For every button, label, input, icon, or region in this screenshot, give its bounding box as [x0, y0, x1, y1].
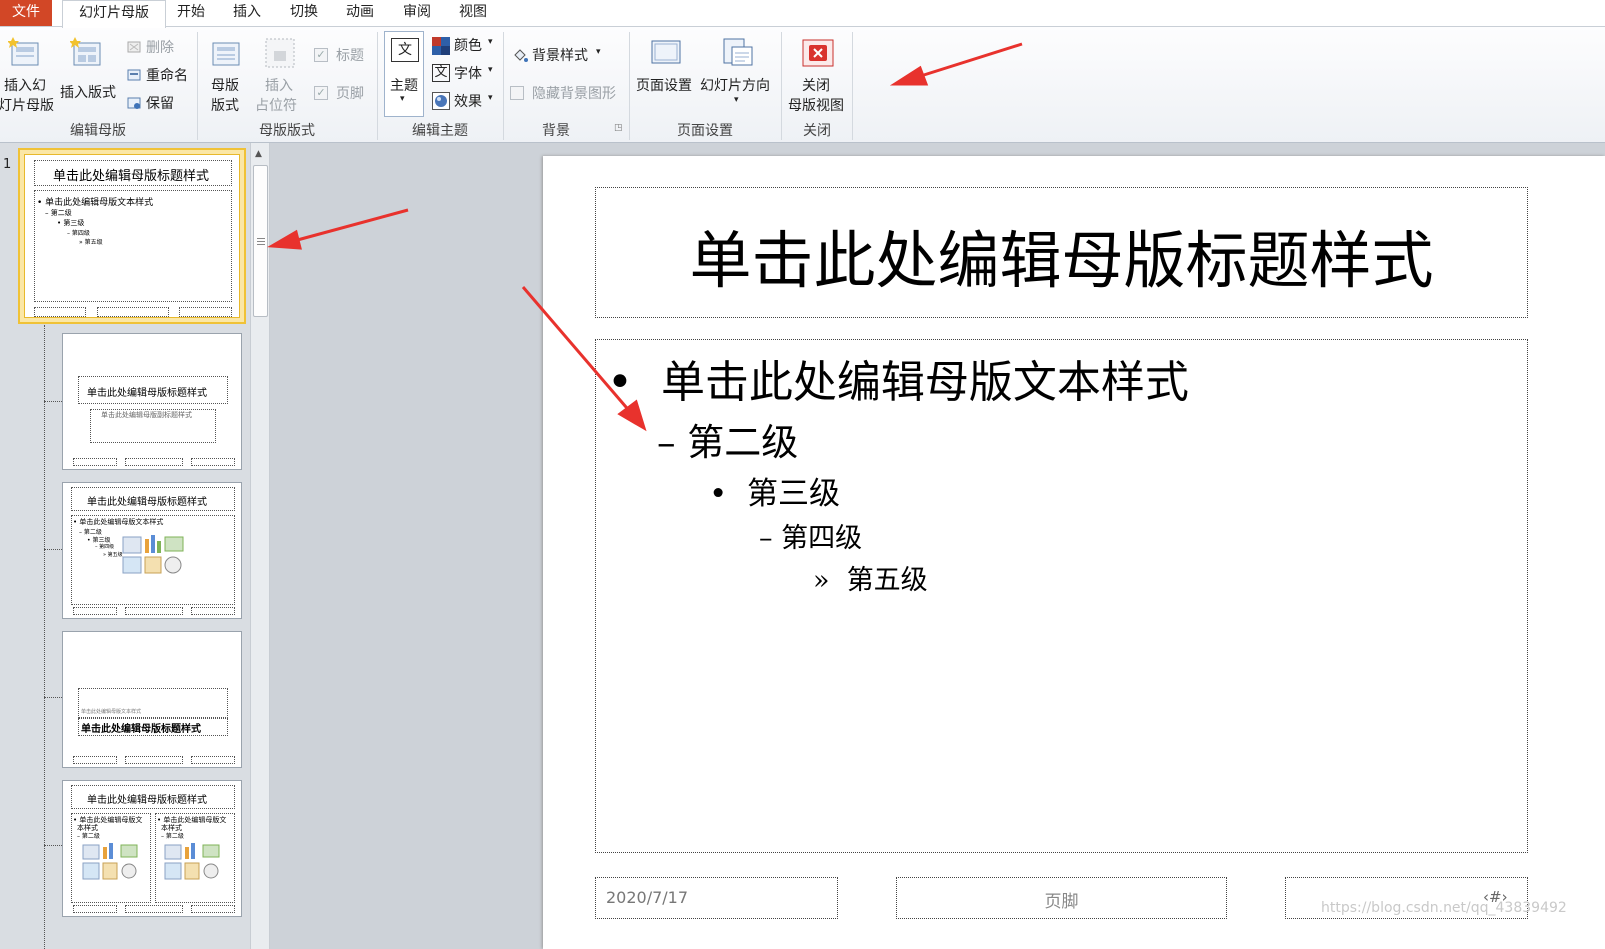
arrow-head-icon — [889, 65, 929, 86]
annotation-arrows — [267, 42, 1023, 432]
arrow-head-icon — [267, 229, 302, 250]
arrow-to-scrollbar — [289, 208, 409, 244]
arrow-to-body-text — [521, 286, 634, 415]
arrow-to-close-button — [907, 42, 1023, 82]
tab-slide-master[interactable]: 幻灯片母版 — [62, 0, 166, 28]
